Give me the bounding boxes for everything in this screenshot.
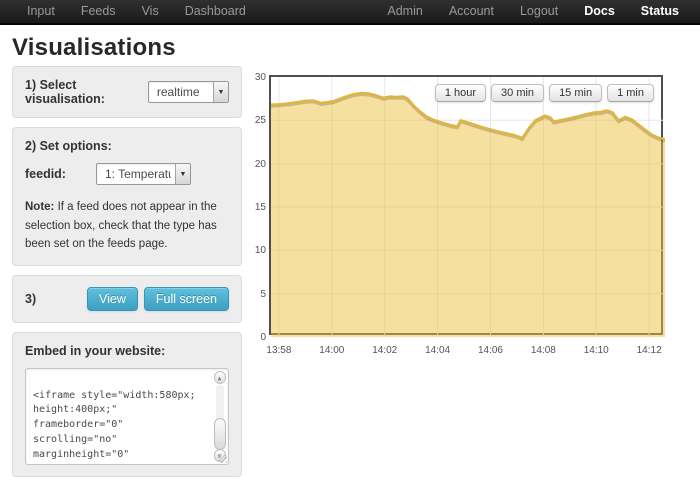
select-visualisation-label: 1) Select visualisation: bbox=[25, 78, 148, 106]
nav-item-status[interactable]: Status bbox=[628, 0, 692, 24]
controls-column: 1) Select visualisation: realtime ▼ 2) S… bbox=[12, 66, 242, 486]
set-options-label: 2) Set options: bbox=[25, 139, 229, 153]
x-tick-label: 14:02 bbox=[365, 345, 405, 356]
actions-panel: 3) View Full screen bbox=[12, 275, 242, 323]
view-button[interactable]: View bbox=[87, 287, 138, 311]
embed-scrollbar[interactable]: ▲ ▼ bbox=[213, 371, 226, 462]
x-tick-label: 14:08 bbox=[523, 345, 563, 356]
nav-item-account[interactable]: Account bbox=[436, 0, 507, 24]
time-range-buttons: 1 hour 30 min 15 min 1 min bbox=[271, 84, 661, 102]
range-button-1-hour[interactable]: 1 hour bbox=[435, 84, 486, 102]
nav-item-feeds[interactable]: Feeds bbox=[68, 0, 129, 24]
navbar-left-menu: InputFeedsVisDashboard bbox=[14, 0, 259, 23]
embed-code-text: <iframe style="width:580px; height:400px… bbox=[33, 390, 229, 465]
feed-note: Note: If a feed does not appear in the s… bbox=[25, 198, 229, 254]
select-visualisation-panel: 1) Select visualisation: realtime ▼ bbox=[12, 66, 242, 118]
note-body: If a feed does not appear in the selecti… bbox=[25, 201, 217, 250]
x-tick-label: 14:12 bbox=[629, 345, 669, 356]
y-tick-label: 25 bbox=[250, 115, 266, 126]
range-button-30-min[interactable]: 30 min bbox=[491, 84, 544, 102]
visualisation-select[interactable]: realtime ▼ bbox=[148, 81, 229, 103]
top-navbar: InputFeedsVisDashboard AdminAccountLogou… bbox=[0, 0, 700, 25]
chevron-down-icon: ▼ bbox=[175, 164, 190, 184]
x-tick-label: 14:10 bbox=[576, 345, 616, 356]
feedid-select-value: 1: Temperatur bbox=[105, 167, 171, 181]
range-button-1-min[interactable]: 1 min bbox=[607, 84, 654, 102]
nav-item-logout[interactable]: Logout bbox=[507, 0, 571, 24]
nav-item-dashboard[interactable]: Dashboard bbox=[172, 0, 259, 24]
note-prefix: Note: bbox=[25, 201, 54, 213]
range-button-15-min[interactable]: 15 min bbox=[549, 84, 602, 102]
realtime-chart: 0 5 10 15 20 25 30 13:58 14:00 14:02 14:04 14:06 14… bbox=[250, 75, 695, 375]
nav-item-input[interactable]: Input bbox=[14, 0, 68, 24]
feedid-select[interactable]: 1: Temperatur ▼ bbox=[96, 163, 191, 185]
navbar-right-menu: AdminAccountLogoutDocsStatus bbox=[374, 0, 692, 23]
set-options-panel: 2) Set options: feedid: 1: Temperatur ▼ … bbox=[12, 127, 242, 266]
scroll-up-icon[interactable]: ▲ bbox=[214, 371, 226, 384]
x-tick-label: 14:04 bbox=[418, 345, 458, 356]
nav-item-vis[interactable]: Vis bbox=[129, 0, 172, 24]
visualisation-select-value: realtime bbox=[157, 85, 209, 99]
fullscreen-button[interactable]: Full screen bbox=[144, 287, 229, 311]
resize-grip-icon[interactable] bbox=[218, 454, 227, 463]
chart-plot-area[interactable] bbox=[269, 75, 663, 335]
y-tick-label: 5 bbox=[250, 289, 266, 300]
temperature-area-chart bbox=[271, 77, 665, 337]
feedid-label: feedid: bbox=[25, 167, 66, 181]
chevron-down-icon: ▼ bbox=[213, 82, 228, 102]
x-tick-label: 13:58 bbox=[259, 345, 299, 356]
step3-label: 3) bbox=[25, 292, 36, 306]
embed-code-textarea[interactable]: <iframe style="width:580px; height:400px… bbox=[25, 368, 229, 465]
nav-item-admin[interactable]: Admin bbox=[374, 0, 435, 24]
x-tick-label: 14:00 bbox=[312, 345, 352, 356]
scrollbar-thumb[interactable] bbox=[214, 418, 226, 450]
y-tick-label: 0 bbox=[250, 332, 266, 343]
y-tick-label: 10 bbox=[250, 245, 266, 256]
page-title: Visualisations bbox=[12, 34, 176, 62]
embed-panel: Embed in your website: <iframe style="wi… bbox=[12, 332, 242, 477]
y-tick-label: 30 bbox=[250, 72, 266, 83]
nav-item-docs[interactable]: Docs bbox=[571, 0, 628, 24]
embed-title: Embed in your website: bbox=[25, 344, 229, 358]
y-tick-label: 20 bbox=[250, 159, 266, 170]
y-tick-label: 15 bbox=[250, 202, 266, 213]
x-tick-label: 14:06 bbox=[470, 345, 510, 356]
scrollbar-track[interactable] bbox=[216, 385, 224, 448]
